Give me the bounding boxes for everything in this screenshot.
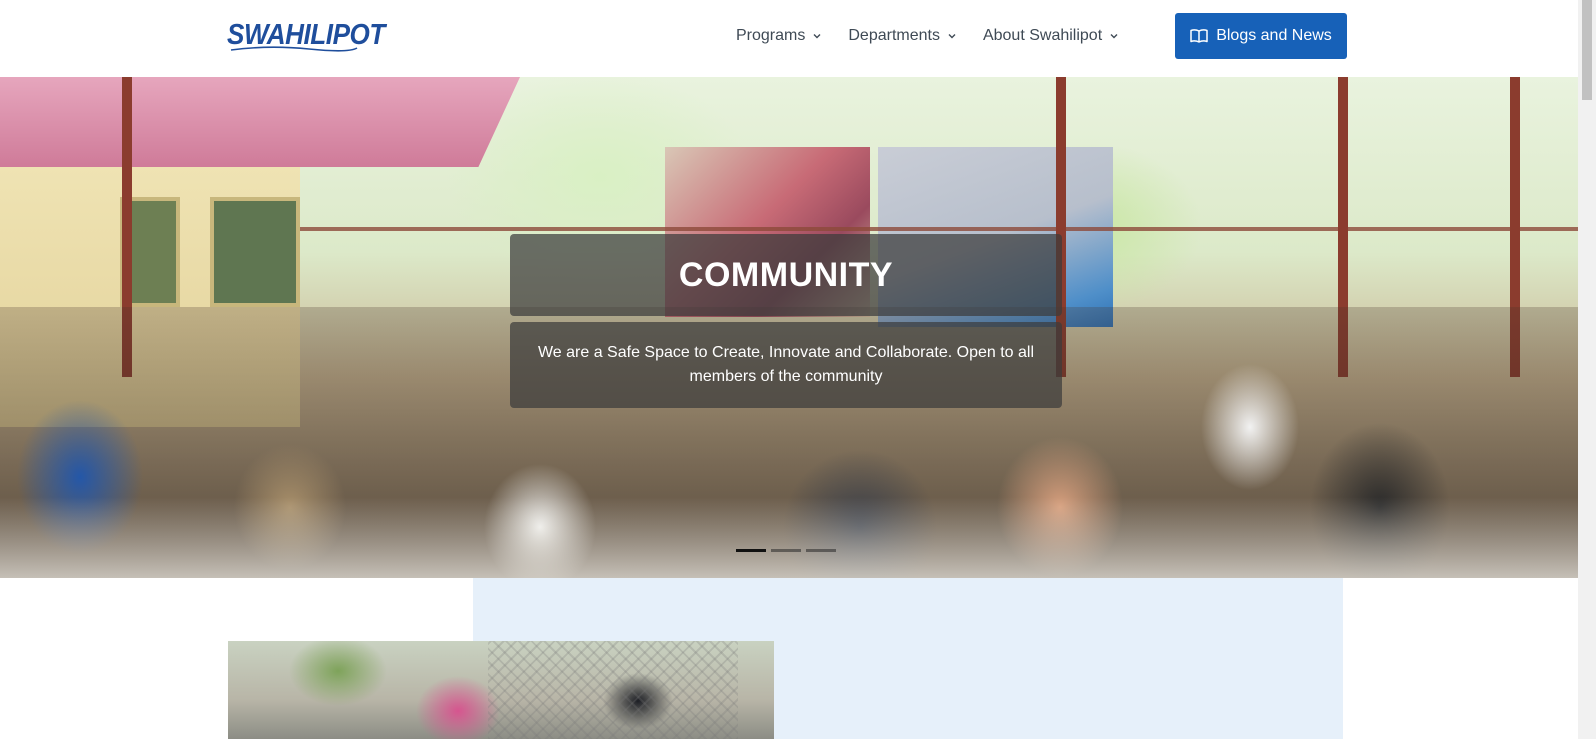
blogs-news-label: Blogs and News — [1216, 27, 1332, 44]
nav-programs-label: Programs — [736, 27, 806, 44]
hero-photo-chairs — [0, 497, 1578, 578]
hero-photo-window — [210, 197, 300, 307]
hero-photo-railing — [300, 227, 1578, 231]
site-header: SWAHILIPOT Programs Departments About Sw… — [0, 0, 1578, 77]
nav-about-label: About Swahilipot — [982, 27, 1103, 44]
chevron-down-icon — [948, 34, 956, 39]
nav-departments[interactable]: Departments — [848, 27, 957, 45]
nav-programs[interactable]: Programs — [736, 27, 822, 45]
hero-photo-roof — [0, 77, 520, 167]
logo-wave-icon — [230, 46, 358, 52]
blogs-news-button[interactable]: Blogs and News — [1175, 13, 1347, 59]
hero-title-box: COMMUNITY — [510, 234, 1062, 316]
hero-carousel: COMMUNITY We are a Safe Space to Create,… — [0, 77, 1578, 578]
page: SWAHILIPOT Programs Departments About Sw… — [0, 0, 1596, 739]
chevron-down-icon — [813, 34, 821, 39]
carousel-dot-1[interactable] — [736, 549, 766, 552]
main-nav: Programs Departments About Swahilipot — [736, 13, 1143, 59]
content-image — [228, 641, 774, 739]
scrollbar[interactable] — [1578, 0, 1596, 739]
book-open-icon — [1190, 29, 1208, 43]
carousel-indicators — [736, 549, 841, 552]
site-logo[interactable]: SWAHILIPOT — [227, 16, 385, 54]
hero-title: COMMUNITY — [678, 255, 894, 294]
chevron-down-icon — [1110, 34, 1118, 39]
carousel-dot-3[interactable] — [806, 549, 836, 552]
nav-departments-label: Departments — [848, 27, 940, 44]
hero-description-box: We are a Safe Space to Create, Innovate … — [510, 322, 1062, 408]
hero-description: We are a Safe Space to Create, Innovate … — [537, 344, 1034, 385]
scrollbar-thumb[interactable] — [1582, 0, 1592, 100]
carousel-dot-2[interactable] — [771, 549, 801, 552]
content-image-fence — [488, 641, 738, 739]
nav-about[interactable]: About Swahilipot — [983, 27, 1119, 45]
